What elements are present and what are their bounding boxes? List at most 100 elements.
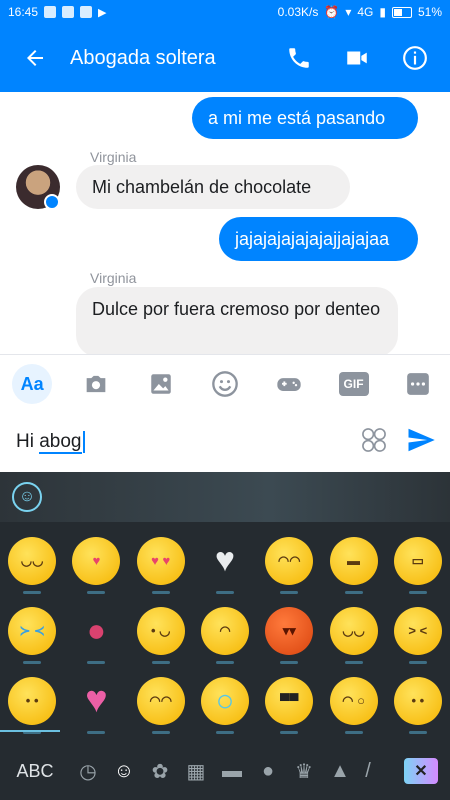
emoji-key-sparkling-heart[interactable]: ♥ [64, 677, 128, 734]
notification-icon [62, 6, 75, 18]
emoji-key-smiling-face[interactable]: • • [0, 676, 64, 734]
sender-name: Virginia [90, 270, 137, 286]
video-camera-icon [347, 51, 367, 65]
emoji-key-devil-face[interactable]: ▾▾ [257, 606, 321, 664]
call-button[interactable] [270, 24, 328, 92]
emoji-row: ≻ ≺ ● • ◡ ◠ ▾▾ ◡◡ > < [0, 600, 450, 670]
message-incoming[interactable]: Dulce por fuera cremoso por denteo [76, 287, 398, 354]
message-text: a mi me está pasando [208, 107, 386, 128]
laughing-face-icon: ◡◡ [329, 606, 378, 655]
smiling-eyes-face-icon: ◠◠ [136, 676, 185, 725]
emoji-key-smiling-eyes-face[interactable]: ◠◠ [129, 676, 193, 734]
emoji-faces-icon [362, 427, 386, 452]
status-bar: 16:45 ▶ 0.03K/s ⏰ ▾ 4G ▮ 51% [0, 0, 450, 24]
emoji-key-squinting-face[interactable]: > < [386, 606, 450, 664]
car-icon[interactable]: ▬ [214, 753, 250, 789]
arrow-left-icon [27, 50, 43, 66]
emoji-key-sunglasses-face[interactable]: ▀▀ [257, 676, 321, 734]
smiley-icon[interactable]: ☺ [106, 753, 142, 789]
message-outgoing[interactable]: jajajajajajajajjajajaa [219, 217, 418, 261]
triangle-icon[interactable]: ▲ [322, 753, 358, 789]
conversation-title[interactable]: Abogada soltera [70, 47, 270, 70]
big-smile-face-icon: • • [393, 676, 442, 725]
emoji-key-sad-face[interactable]: ◠ [193, 606, 257, 664]
grinning-squint-face-icon: ▬ [329, 536, 378, 585]
more-button[interactable] [398, 364, 438, 404]
emoji-key-kissing-face[interactable]: ♥ [64, 536, 128, 594]
kiss-lips-icon: ● [86, 612, 107, 648]
video-call-button[interactable] [328, 24, 386, 92]
sad-face-icon: ◠ [200, 606, 249, 655]
info-icon [403, 46, 427, 70]
input-text-prefix: Hi [16, 431, 40, 452]
emoji-key-white-heart[interactable]: ♥ [193, 537, 257, 594]
input-composing-word: abog [39, 431, 82, 454]
crown-icon[interactable]: ♛ [286, 753, 322, 789]
message-incoming[interactable]: Mi chambelán de chocolate [76, 165, 350, 209]
emoji-category-bar: ABC ◷ ☺ ✿ ▦ ▬ ● ♛ ▲ / ✕ [0, 742, 450, 800]
notification-icon [44, 6, 57, 18]
emoji-key-crying-laughing-face[interactable]: ≻ ≺ [0, 606, 64, 664]
wifi-icon: ▾ [345, 5, 352, 19]
heart-eyes-face-icon: ♥ ♥ [136, 536, 185, 585]
squinting-face-icon: > < [393, 606, 442, 655]
sparkling-heart-icon: ♥ [85, 679, 108, 721]
emoji-key-kiss-lips[interactable]: ● [64, 607, 128, 664]
gallery-button[interactable] [141, 364, 181, 404]
play-store-icon: ▶ [98, 6, 107, 19]
emoji-key-grinning-squint-face[interactable]: ▬ [322, 536, 386, 594]
sender-name: Virginia [90, 149, 137, 165]
message-input[interactable]: Hi abog [16, 430, 85, 454]
info-button[interactable] [386, 24, 444, 92]
send-icon [408, 428, 435, 451]
camera-button[interactable] [76, 364, 116, 404]
recent-icon[interactable]: ◷ [70, 753, 106, 789]
sticker-button[interactable] [360, 426, 388, 459]
backspace-icon[interactable]: ✕ [404, 758, 438, 784]
emoji-key-winking-face[interactable]: • ◡ [129, 606, 193, 664]
emoji-mode-icon[interactable]: ☺ [12, 482, 42, 512]
whistling-face-icon: ◠ ○ [329, 676, 378, 725]
gif-label: GIF [338, 372, 369, 396]
emoji-key-heart-eyes-face[interactable]: ♥ ♥ [129, 536, 193, 594]
emoji-button[interactable] [205, 364, 245, 404]
message-input-row: Hi abog [0, 412, 450, 472]
send-button[interactable] [406, 425, 436, 460]
message-text: jajajajajajajajjajajaa [235, 228, 390, 249]
switch-to-abc-button[interactable]: ABC [0, 761, 70, 782]
winking-face-icon: • ◡ [136, 606, 185, 655]
text-style-button[interactable]: Aa [12, 364, 53, 404]
messenger-badge-icon [44, 194, 60, 210]
white-heart-icon: ♥ [214, 541, 236, 579]
emoji-key-beaming-face[interactable]: ▭ [386, 536, 450, 594]
network-speed: 0.03K/s [277, 5, 319, 19]
games-button[interactable] [269, 364, 309, 404]
emoji-key-grinning-face[interactable]: ◡◡ [0, 536, 64, 594]
sunglasses-face-icon: ▀▀ [265, 676, 314, 725]
emoji-grid: ◡◡ ♥ ♥ ♥ ♥ ◠◠ ▬ ▭ ≻ ≺ ● • ◡ ◠ ▾▾ ◡◡ > < … [0, 530, 450, 740]
slash-icon[interactable]: / [358, 753, 378, 789]
back-button[interactable] [0, 24, 70, 92]
status-time: 16:45 [8, 5, 39, 19]
emoji-key-laughing-face[interactable]: ◡◡ [322, 606, 386, 664]
message-text: Mi chambelán de chocolate [92, 176, 312, 197]
message-list[interactable]: a mi me está pasando Virginia Mi chambel… [0, 92, 450, 354]
emoji-keyboard: ☺ ◡◡ ♥ ♥ ♥ ♥ ◠◠ ▬ ▭ ≻ ≺ ● • ◡ ◠ ▾▾ ◡◡ > … [0, 472, 450, 800]
notification-icon [80, 6, 93, 18]
emoji-row: • • ♥ ◠◠ ◯ ▀▀ ◠ ○ • • [0, 670, 450, 740]
app-bar: Abogada soltera [0, 24, 450, 92]
ball-icon[interactable]: ● [250, 753, 286, 789]
cake-icon[interactable]: ▦ [178, 753, 214, 789]
emoji-key-smiling-face[interactable]: ◠◠ [257, 536, 321, 594]
flower-icon[interactable]: ✿ [142, 753, 178, 789]
halo-face-icon: ◯ [200, 676, 249, 725]
gif-button[interactable]: GIF [334, 364, 374, 404]
emoji-key-whistling-face[interactable]: ◠ ○ [322, 676, 386, 734]
network-type: 4G [357, 5, 374, 19]
message-outgoing[interactable]: a mi me está pasando [192, 97, 418, 139]
kissing-face-icon: ♥ [72, 536, 121, 585]
emoji-key-halo-face[interactable]: ◯ [193, 676, 257, 734]
text-caret [82, 430, 85, 453]
emoji-key-big-smile-face[interactable]: • • [386, 676, 450, 734]
message-text: Dulce por fuera cremoso por denteo [92, 299, 381, 319]
